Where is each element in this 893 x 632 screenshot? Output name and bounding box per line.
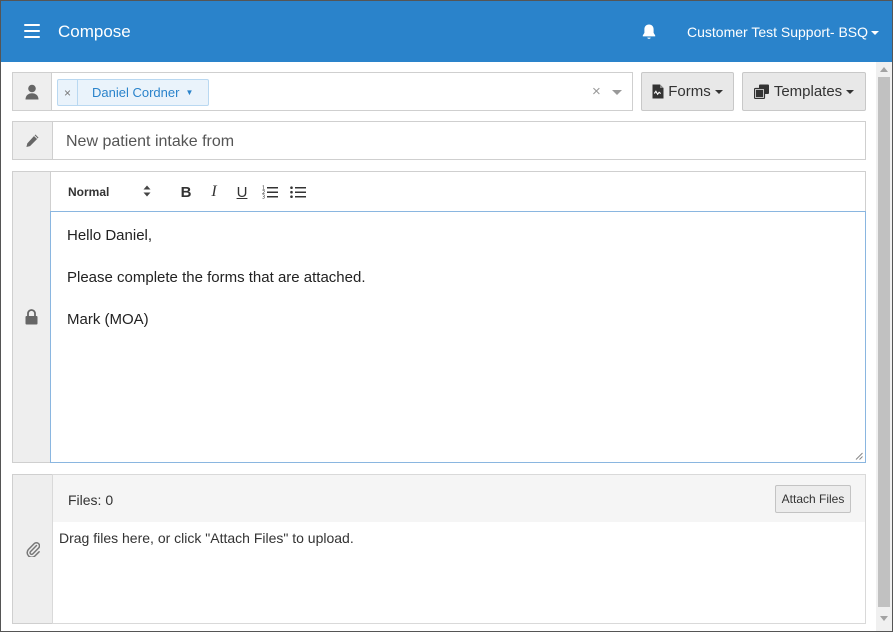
- editor-addon: [12, 171, 51, 463]
- lock-icon: [25, 309, 38, 325]
- editor-line: Mark (MOA): [67, 311, 149, 328]
- ordered-list-icon: 1 2 3: [262, 186, 278, 200]
- chevron-down-icon: [714, 89, 723, 94]
- file-form-icon: [652, 84, 664, 99]
- chevron-down-icon: [871, 31, 880, 36]
- scroll-down-icon[interactable]: [880, 616, 888, 621]
- remove-recipient-icon[interactable]: ×: [58, 80, 78, 105]
- editor-line: Please complete the forms that are attac…: [67, 269, 366, 286]
- page-title: Compose: [58, 22, 131, 41]
- resize-grip-icon[interactable]: [855, 452, 863, 460]
- recipient-select[interactable]: × Daniel Cordner ▼ ×: [51, 72, 633, 111]
- select-arrows-icon[interactable]: [143, 185, 151, 197]
- hamburger-menu-icon[interactable]: [24, 24, 40, 38]
- forms-button[interactable]: Forms: [641, 72, 734, 111]
- compose-window: Compose Customer Test Support- BSQ × Dan…: [0, 0, 893, 632]
- chevron-down-icon: [846, 89, 855, 94]
- bold-button[interactable]: B: [176, 182, 196, 202]
- scroll-thumb[interactable]: [878, 77, 890, 607]
- message-editor[interactable]: Hello Daniel, Please complete the forms …: [50, 211, 866, 463]
- file-dropzone[interactable]: Drag files here, or click "Attach Files"…: [52, 522, 866, 624]
- subject-addon: [12, 121, 53, 160]
- bullet-list-icon: [290, 186, 306, 198]
- subject-input[interactable]: New patient intake from: [52, 121, 866, 160]
- dropzone-text: Drag files here, or click "Attach Files"…: [59, 530, 354, 546]
- files-count: Files: 0: [68, 492, 114, 508]
- recipient-addon: [12, 72, 52, 111]
- scroll-up-icon[interactable]: [880, 67, 888, 72]
- svg-text:3: 3: [262, 195, 265, 200]
- user-icon: [25, 84, 39, 99]
- top-bar: Compose Customer Test Support- BSQ: [1, 1, 892, 62]
- user-menu[interactable]: Customer Test Support- BSQ: [687, 24, 880, 40]
- bell-icon[interactable]: [641, 23, 657, 41]
- subject-value: New patient intake from: [66, 133, 235, 150]
- editor-toolbar: Normal B I U 1 2 3: [50, 171, 866, 212]
- paperclip-icon: [25, 541, 40, 557]
- recipient-tag[interactable]: × Daniel Cordner ▼: [57, 79, 209, 106]
- templates-button[interactable]: Templates: [742, 72, 866, 111]
- templates-button-label: Templates: [773, 83, 843, 100]
- bullet-list-button[interactable]: [288, 182, 308, 202]
- dropdown-arrow-icon[interactable]: [612, 90, 622, 95]
- recipient-tag-label[interactable]: Daniel Cordner: [78, 85, 179, 100]
- templates-icon: [753, 84, 769, 99]
- clear-recipients-icon[interactable]: ×: [592, 83, 601, 100]
- format-select[interactable]: Normal: [68, 185, 109, 199]
- files-header: Files: 0 Attach Files: [52, 474, 866, 523]
- caret-down-icon[interactable]: ▼: [185, 88, 193, 97]
- ordered-list-button[interactable]: 1 2 3: [260, 182, 280, 202]
- user-menu-label: Customer Test Support- BSQ: [687, 24, 869, 40]
- vertical-scrollbar[interactable]: [876, 62, 892, 631]
- italic-button[interactable]: I: [204, 182, 224, 202]
- forms-button-label: Forms: [668, 83, 711, 100]
- pencil-icon: [26, 134, 39, 147]
- editor-line: Hello Daniel,: [67, 227, 153, 244]
- underline-button[interactable]: U: [232, 182, 252, 202]
- attach-files-button[interactable]: Attach Files: [775, 485, 851, 513]
- files-addon: [12, 474, 53, 624]
